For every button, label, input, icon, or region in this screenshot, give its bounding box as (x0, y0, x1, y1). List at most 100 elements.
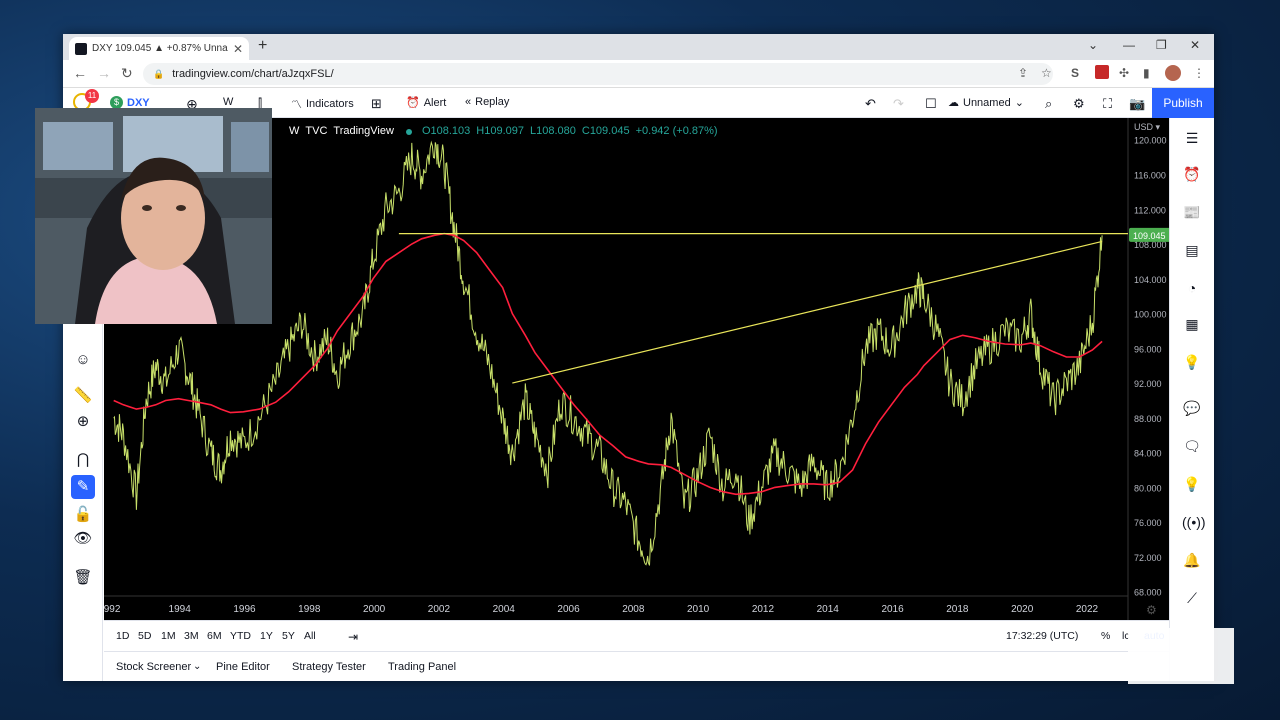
redo-icon[interactable]: ↷ (893, 96, 904, 112)
currency-label[interactable]: USD ▾ (1134, 122, 1161, 132)
layout-name-menu[interactable]: ☁ Unnamed ⌄ (948, 96, 1024, 110)
percent-scale-toggle[interactable]: % (1101, 630, 1110, 642)
last-price-label: 109.045 (1133, 231, 1166, 241)
close-tab-icon[interactable]: ✕ (233, 42, 243, 56)
price-tick-label: 100.000 (1134, 310, 1167, 320)
tab-title: DXY 109.045 ▲ +0.87% Unnamed (92, 43, 228, 54)
alerts-clock-icon[interactable]: ⏰ (1182, 164, 1202, 184)
emoji-icon[interactable]: ☺ (71, 348, 95, 372)
price-tick-label: 112.000 (1134, 205, 1166, 215)
snapshot-camera-icon[interactable]: 📷 (1129, 96, 1145, 112)
trash-icon[interactable]: 🗑 (71, 566, 95, 590)
calendar-icon[interactable]: ▦ (1182, 314, 1202, 334)
indicators-icon: 〽 (291, 99, 302, 111)
watermark-box (1128, 628, 1234, 684)
date-range-icon[interactable]: ⇥ (348, 630, 358, 644)
tab-pine-editor[interactable]: Pine Editor (216, 661, 270, 673)
price-tick-label: 76.000 (1134, 518, 1162, 528)
ideas-bulb-icon[interactable]: 💡 (1182, 352, 1202, 372)
new-tab-icon[interactable]: + (258, 37, 267, 55)
templates-grid-icon[interactable]: ⊞ (371, 96, 382, 112)
notifications-bell-icon[interactable]: 🔔 (1182, 550, 1202, 570)
legend-open: O108.103 (421, 125, 471, 137)
streams-icon[interactable]: ((•)) (1182, 512, 1206, 532)
bookmark-star-icon[interactable]: ☆ (1041, 66, 1052, 80)
timeframe-5d[interactable]: 5D (138, 630, 151, 642)
price-tick-label: 88.000 (1134, 414, 1162, 424)
time-tick-label: 2022 (1076, 604, 1099, 615)
timeframe-ytd[interactable]: YTD (230, 630, 251, 642)
time-tick-label: 2010 (687, 604, 710, 615)
lock-drawings-icon[interactable]: 🔓 (71, 503, 95, 527)
axis-settings-gear-icon[interactable]: ⚙ (1146, 603, 1157, 617)
profile-avatar[interactable] (1165, 65, 1181, 81)
time-tick-label: 2018 (946, 604, 969, 615)
tab-strategy-tester[interactable]: Strategy Tester (292, 661, 366, 673)
publish-button[interactable]: Publish (1152, 88, 1214, 118)
timeframe-5y[interactable]: 5Y (282, 630, 295, 642)
tab-search-icon[interactable]: ⌄ (1088, 38, 1098, 52)
reload-icon[interactable]: ↻ (121, 65, 133, 82)
layout-select-icon[interactable]: ☐ (925, 96, 937, 112)
side-panel-icon[interactable]: ▮ (1143, 66, 1150, 80)
close-window-icon[interactable]: ✕ (1190, 38, 1200, 52)
hotlists-icon[interactable]: ◔ (1182, 278, 1202, 298)
dom-chart-icon[interactable]: ⟋ (1182, 588, 1202, 608)
cloud-icon: ☁ (948, 97, 959, 109)
hide-drawings-eye-icon[interactable]: 👁 (71, 527, 95, 551)
stay-in-drawing-mode-icon[interactable]: ✎ (71, 475, 95, 499)
magnet-icon[interactable]: ⋂ (71, 448, 95, 472)
data-window-icon[interactable]: ▤ (1182, 240, 1202, 260)
timeframe-6m[interactable]: 6M (207, 630, 222, 642)
time-tick-label: 2014 (817, 604, 840, 615)
time-tick-label: 2004 (493, 604, 516, 615)
timeframe-1y[interactable]: 1Y (260, 630, 273, 642)
extension-red-icon[interactable] (1095, 65, 1109, 79)
alert-clock-icon: ⏰ (406, 97, 420, 109)
time-tick-label: 2000 (363, 604, 386, 615)
interval-button[interactable]: W (223, 96, 233, 108)
maximize-icon[interactable]: ❐ (1156, 38, 1167, 52)
price-tick-label: 92.000 (1134, 379, 1162, 389)
price-tick-label: 104.000 (1134, 275, 1167, 285)
share-icon[interactable]: ⇪ (1018, 66, 1028, 80)
indicators-button[interactable]: 〽 Indicators (291, 96, 354, 112)
time-tick-label: 1998 (298, 604, 321, 615)
replay-button[interactable]: « Replay (465, 96, 509, 108)
timeframe-1m[interactable]: 1M (161, 630, 176, 642)
fullscreen-icon[interactable]: ⛶ (1103, 96, 1112, 112)
news-icon[interactable]: 📰 (1182, 202, 1202, 222)
minimize-icon[interactable]: — (1123, 38, 1135, 52)
ruler-icon[interactable]: 📏 (71, 384, 95, 408)
chevron-down-icon[interactable]: ⌄ (193, 661, 201, 672)
alert-label: Alert (423, 96, 447, 109)
search-icon[interactable]: ⌕ (1045, 96, 1052, 112)
watchlist-icon[interactable]: ☰ (1182, 128, 1202, 148)
url-input[interactable]: 🔒 tradingview.com/chart/aJzqxFSL/ (143, 63, 1053, 85)
zoom-in-icon[interactable]: ⊕ (71, 410, 95, 434)
chats-icon[interactable]: 💬 (1182, 398, 1202, 418)
tips-bulb-icon[interactable]: 💡 (1182, 474, 1202, 494)
browser-tab[interactable]: DXY 109.045 ▲ +0.87% Unnamed ✕ (69, 37, 249, 60)
right-widget-bar: ☰ ⏰ 📰 ▤ ◔ ▦ 💡 💬 🗨 💡 ((•)) 🔔 ⟋ (1169, 118, 1214, 681)
settings-gear-icon[interactable]: ⚙ (1073, 96, 1085, 112)
timeframe-1d[interactable]: 1D (116, 630, 129, 642)
legend-provider: TradingView (333, 125, 394, 137)
trend-line[interactable] (512, 240, 1103, 384)
utc-clock[interactable]: 17:32:29 (UTC) (1006, 630, 1078, 642)
timeframe-all[interactable]: All (304, 630, 316, 642)
back-icon[interactable]: ← (73, 65, 87, 81)
messages-icon[interactable]: 🗨 (1182, 436, 1202, 456)
undo-icon[interactable]: ↶ (865, 96, 876, 112)
timeframe-3m[interactable]: 3M (184, 630, 199, 642)
tab-stock-screener[interactable]: Stock Screener (116, 661, 191, 673)
forward-icon[interactable]: → (97, 65, 111, 81)
lock-icon: 🔒 (153, 68, 165, 79)
extension-s-icon[interactable]: S (1071, 66, 1079, 80)
bottom-panel-tabs: Stock Screener ⌄ Pine Editor Strategy Te… (104, 651, 1169, 681)
alert-button[interactable]: ⏰ Alert (406, 96, 447, 110)
tab-trading-panel[interactable]: Trading Panel (388, 661, 456, 673)
menu-kebab-icon[interactable]: ⋮ (1193, 66, 1205, 80)
extensions-puzzle-icon[interactable]: ✣ (1119, 66, 1129, 80)
price-tick-label: 120.000 (1134, 136, 1167, 146)
